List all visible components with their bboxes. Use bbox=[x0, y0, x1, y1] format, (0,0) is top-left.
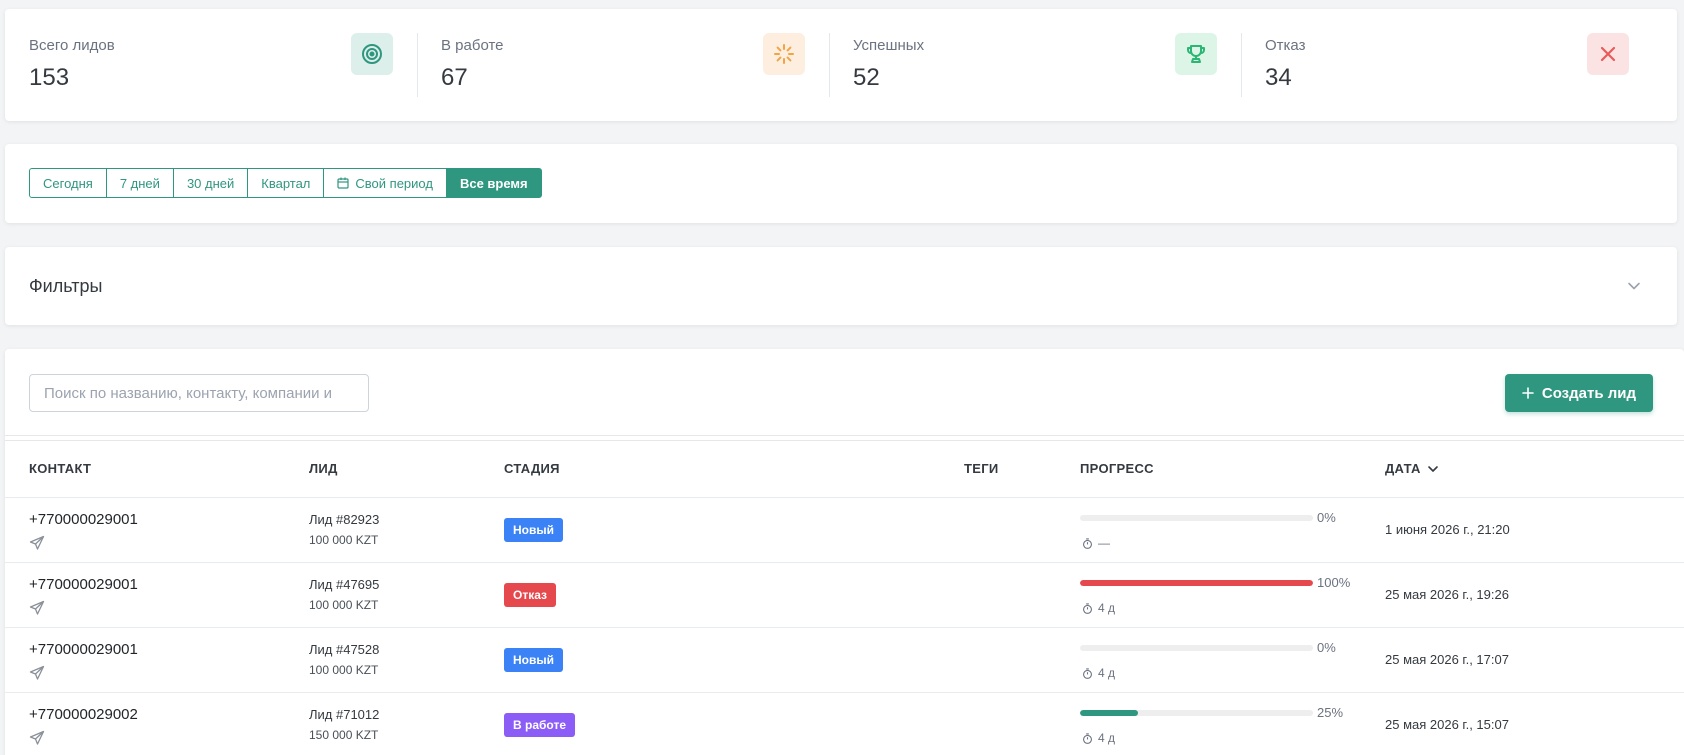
period-quarter-button[interactable]: Квартал bbox=[247, 168, 325, 198]
filters-title: Фильтры bbox=[29, 276, 103, 296]
period-button-group: Сегодня 7 дней 30 дней Квартал Свой пери… bbox=[29, 168, 542, 198]
chevron-down-icon[interactable] bbox=[1627, 279, 1641, 293]
table-row[interactable]: +770000029001 Лид #82923 100 000 KZT Новый 0… bbox=[5, 497, 1684, 562]
stopwatch-icon bbox=[1083, 667, 1092, 679]
column-header-lead[interactable]: ЛИД bbox=[309, 461, 338, 477]
lead-name[interactable]: Лид #47528 bbox=[309, 642, 379, 658]
divider bbox=[5, 440, 1684, 441]
progress-bar bbox=[1080, 515, 1313, 521]
target-icon bbox=[351, 33, 393, 75]
plus-icon bbox=[1522, 387, 1534, 399]
progress-time: — bbox=[1082, 536, 1110, 550]
trophy-icon bbox=[1175, 33, 1217, 75]
progress-time-value: 4 д bbox=[1098, 666, 1116, 680]
column-header-stage[interactable]: СТАДИЯ bbox=[504, 461, 560, 477]
stat-rejected: Отказ 34 bbox=[1241, 9, 1653, 121]
progress-percent: 0% bbox=[1317, 510, 1336, 525]
send-icon[interactable] bbox=[29, 535, 45, 551]
progress-time: 4 д bbox=[1082, 731, 1115, 745]
search-input[interactable] bbox=[29, 374, 369, 412]
send-icon[interactable] bbox=[29, 600, 45, 616]
period-7-days-button[interactable]: 7 дней bbox=[105, 168, 174, 198]
stage-badge: Новый bbox=[504, 518, 563, 542]
progress-time: 4 д bbox=[1082, 601, 1115, 615]
progress-fill bbox=[1080, 710, 1139, 716]
contact-phone[interactable]: +770000029001 bbox=[29, 576, 138, 594]
progress-time: 4 д bbox=[1082, 666, 1115, 680]
lead-date: 25 мая 2026 г., 19:26 bbox=[1385, 587, 1509, 602]
progress-percent: 100% bbox=[1317, 575, 1351, 590]
lead-name[interactable]: Лид #71012 bbox=[309, 707, 379, 723]
send-icon[interactable] bbox=[29, 665, 45, 681]
stopwatch-icon bbox=[1083, 732, 1092, 744]
filters-panel[interactable]: Фильтры bbox=[5, 247, 1677, 325]
progress-bar bbox=[1080, 580, 1313, 586]
period-today-button[interactable]: Сегодня bbox=[29, 168, 107, 198]
loader-icon bbox=[763, 33, 805, 75]
progress-fill bbox=[1080, 580, 1313, 586]
column-header-tags[interactable]: ТЕГИ bbox=[964, 461, 999, 477]
stage-badge: В работе bbox=[504, 713, 575, 737]
divider bbox=[5, 435, 1684, 436]
chevron-down-icon bbox=[1427, 466, 1438, 472]
progress-time-value: — bbox=[1098, 536, 1110, 550]
table-row[interactable]: +770000029001 Лид #47528 100 000 KZT Новый 0… bbox=[5, 627, 1684, 692]
progress-percent: 25% bbox=[1317, 705, 1344, 720]
lead-date: 25 мая 2026 г., 15:07 bbox=[1385, 717, 1509, 732]
lead-date: 25 мая 2026 г., 17:07 bbox=[1385, 652, 1509, 667]
create-lead-label: Создать лид bbox=[1541, 384, 1636, 402]
progress-time-value: 4 д bbox=[1098, 601, 1116, 615]
period-30-days-button[interactable]: 30 дней bbox=[172, 168, 249, 198]
progress-bar bbox=[1080, 645, 1313, 651]
contact-phone[interactable]: +770000029002 bbox=[29, 706, 138, 724]
leads-table-panel: Создать лид КОНТАКТ ЛИД СТАДИЯ ТЕГИ ПРОГ… bbox=[5, 349, 1684, 755]
progress-time-value: 4 д bbox=[1098, 731, 1116, 745]
stage-badge: Новый bbox=[504, 648, 563, 672]
progress-bar bbox=[1080, 710, 1313, 716]
stat-total-leads: Всего лидов 153 bbox=[5, 9, 417, 121]
stat-in-progress: В работе 67 bbox=[417, 9, 829, 121]
stopwatch-icon bbox=[1083, 537, 1092, 549]
column-header-contact[interactable]: КОНТАКТ bbox=[29, 461, 91, 477]
period-custom-label: Свой период bbox=[355, 175, 433, 191]
close-icon bbox=[1587, 33, 1629, 75]
table-row[interactable]: +770000029002 Лид #71012 150 000 KZT В рабо… bbox=[5, 692, 1684, 755]
lead-amount: 150 000 KZT bbox=[309, 728, 379, 742]
contact-phone[interactable]: +770000029001 bbox=[29, 511, 138, 529]
table-row[interactable]: +770000029001 Лид #47695 100 000 KZT Отказ 1… bbox=[5, 562, 1684, 627]
stopwatch-icon bbox=[1083, 602, 1092, 614]
progress-percent: 0% bbox=[1317, 640, 1336, 655]
period-panel: Сегодня 7 дней 30 дней Квартал Свой пери… bbox=[5, 144, 1677, 223]
column-header-date-label: ДАТА bbox=[1385, 461, 1421, 476]
lead-amount: 100 000 KZT bbox=[309, 598, 379, 612]
lead-name[interactable]: Лид #47695 bbox=[309, 577, 379, 593]
stage-badge: Отказ bbox=[504, 583, 557, 607]
lead-date: 1 июня 2026 г., 21:20 bbox=[1385, 522, 1510, 537]
lead-amount: 100 000 KZT bbox=[309, 533, 379, 547]
contact-phone[interactable]: +770000029001 bbox=[29, 641, 138, 659]
lead-amount: 100 000 KZT bbox=[309, 663, 379, 677]
stats-panel: Всего лидов 153 В работе 67 Успешных 52 bbox=[5, 9, 1677, 121]
period-all-time-button[interactable]: Все время bbox=[445, 168, 542, 198]
period-custom-button[interactable]: Свой период bbox=[323, 168, 447, 198]
column-header-progress[interactable]: ПРОГРЕСС bbox=[1080, 461, 1154, 477]
stat-successful: Успешных 52 bbox=[829, 9, 1241, 121]
create-lead-button[interactable]: Создать лид bbox=[1504, 374, 1653, 412]
calendar-icon bbox=[337, 177, 350, 189]
column-header-date[interactable]: ДАТА bbox=[1385, 461, 1439, 477]
lead-name[interactable]: Лид #82923 bbox=[309, 512, 379, 528]
send-icon[interactable] bbox=[29, 730, 45, 746]
